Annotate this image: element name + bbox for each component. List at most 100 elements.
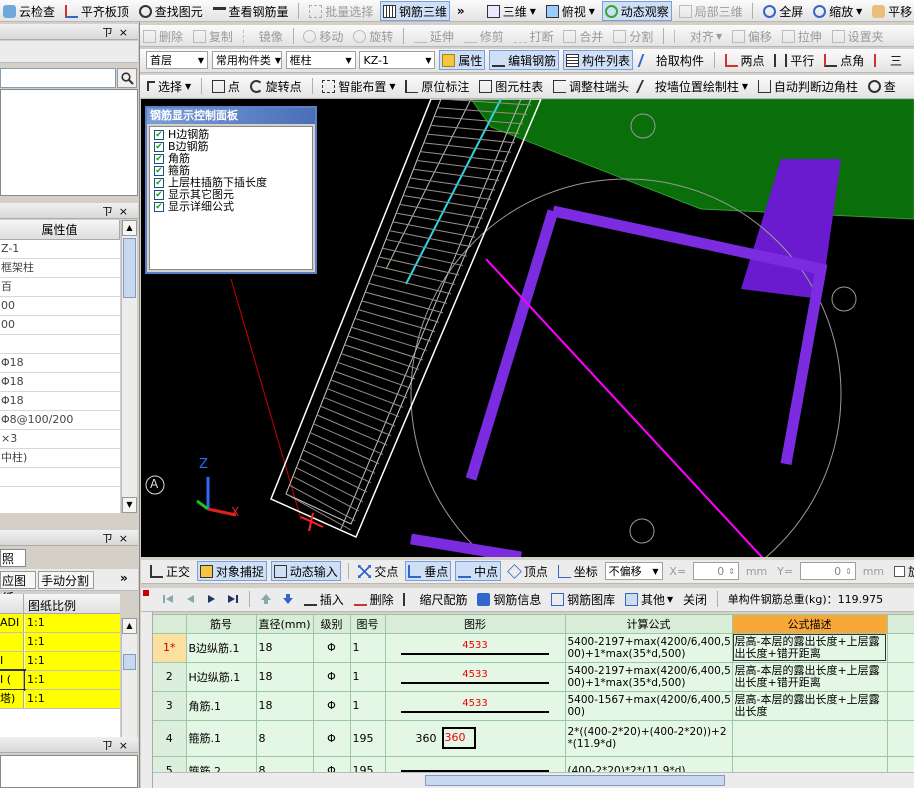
stretch-button[interactable]: 拉伸 bbox=[779, 26, 825, 46]
description-cell[interactable]: 层高-本层的露出长度+上层露出长度+错开距离 bbox=[732, 662, 888, 692]
pin-icon[interactable]: ㄗ bbox=[102, 205, 119, 218]
properties-scrollbar[interactable]: ▲ ▼ bbox=[121, 220, 137, 513]
grade-cell[interactable]: Φ bbox=[313, 691, 351, 721]
floor-select[interactable]: 首层 ▼ bbox=[146, 51, 208, 69]
pin-icon[interactable]: ㄗ bbox=[102, 26, 119, 39]
search-button[interactable] bbox=[117, 68, 137, 88]
scale-row[interactable]: I (1:1 bbox=[0, 669, 120, 691]
scroll-down-icon[interactable]: ▼ bbox=[122, 497, 137, 513]
formula-cell[interactable]: 5400-1567+max(4200/6,400,500) bbox=[565, 691, 733, 721]
close-icon[interactable]: × bbox=[119, 205, 134, 218]
object-snap-button[interactable]: 对象捕捉 bbox=[196, 561, 267, 581]
pin-icon[interactable]: ㄗ bbox=[102, 532, 119, 545]
rebar-library-button[interactable]: 钢筋图库 bbox=[548, 589, 618, 609]
in-situ-annotation-button[interactable]: 原位标注 bbox=[402, 76, 472, 96]
figure-no-cell[interactable]: 1 bbox=[350, 662, 386, 692]
close-icon[interactable]: × bbox=[119, 739, 134, 752]
property-row[interactable]: Φ18 bbox=[0, 373, 120, 392]
description-cell[interactable]: 层高-本层的露出长度+上层露出长度 bbox=[732, 691, 888, 721]
scroll-thumb[interactable] bbox=[123, 238, 136, 298]
select-dropdown[interactable]: 选择 ▼ bbox=[144, 76, 194, 96]
batch-select-button[interactable]: 批量选择 bbox=[306, 1, 376, 21]
property-row[interactable]: ×3 bbox=[0, 430, 120, 449]
other-dropdown[interactable]: 其他 ▼ bbox=[622, 589, 676, 609]
adjust-column-end-button[interactable]: 调整柱端头 bbox=[550, 76, 632, 96]
grade-cell[interactable]: Φ bbox=[313, 662, 351, 692]
shape-cell[interactable]: 4533 bbox=[385, 691, 566, 721]
last-record-button[interactable] bbox=[224, 589, 242, 609]
table-row[interactable]: 3 角筋.1 18 Φ 1 4533 5400-1567+max(4200/6,400,50… bbox=[153, 691, 914, 721]
row-index[interactable]: 3 bbox=[153, 691, 187, 721]
diameter-cell[interactable]: 18 bbox=[256, 691, 314, 721]
row-index[interactable]: 5 bbox=[153, 756, 187, 772]
set-grip-button[interactable]: 设置夹 bbox=[829, 26, 887, 46]
pick-component-button[interactable]: 拾取构件 bbox=[637, 50, 707, 70]
fullscreen-button[interactable]: 全屏 bbox=[760, 1, 806, 21]
rotate-point-button[interactable]: 旋转点 bbox=[247, 76, 305, 96]
more-chevron-icon[interactable]: » bbox=[454, 1, 480, 21]
formula-cell[interactable]: 5400-2197+max(4200/6,400,500)+1*max(35*d… bbox=[565, 662, 733, 692]
dynamic-input-button[interactable]: 动态输入 bbox=[270, 561, 341, 581]
table-row[interactable]: 4 箍筋.1 8 Φ 195 360 360 2*((400-2*20)+(400-2*20)… bbox=[153, 720, 914, 757]
manual-split-button[interactable]: 手动分割 bbox=[38, 571, 94, 589]
break-button[interactable]: 打断 bbox=[511, 26, 557, 46]
delete-button[interactable]: 删除 bbox=[140, 26, 186, 46]
rotate-checkbox[interactable]: 旋转 bbox=[891, 561, 914, 581]
shape-cell[interactable]: 360 360 bbox=[385, 720, 566, 757]
extra-cell[interactable] bbox=[887, 691, 914, 721]
shape-cell[interactable] bbox=[385, 756, 566, 772]
intersection-snap-button[interactable]: 交点 bbox=[355, 561, 401, 581]
diameter-cell[interactable]: 18 bbox=[256, 633, 314, 663]
check-button[interactable]: 查 bbox=[865, 76, 899, 96]
checkbox-checked-icon[interactable]: ✔ bbox=[154, 130, 164, 140]
next-record-button[interactable] bbox=[203, 589, 221, 609]
coordinate-snap-button[interactable]: 坐标 bbox=[555, 561, 601, 581]
mirror-button[interactable]: 镜像 bbox=[240, 26, 286, 46]
scale-row[interactable]: I 1:1 bbox=[0, 652, 120, 671]
property-row[interactable]: 00 bbox=[0, 297, 120, 316]
type-select[interactable]: 框柱 ▼ bbox=[285, 51, 356, 69]
description-cell[interactable] bbox=[732, 756, 888, 772]
property-row[interactable]: Φ18 bbox=[0, 392, 120, 411]
partial-3d-button[interactable]: 局部三维 bbox=[676, 1, 746, 21]
offset-mode-select[interactable]: 不偏移 ▼ bbox=[604, 562, 663, 580]
properties-button[interactable]: 属性 bbox=[439, 50, 486, 70]
scale-rebar-button[interactable]: 缩尺配筋 bbox=[400, 589, 470, 609]
table-row[interactable]: 2 H边纵筋.1 18 Φ 1 4533 5400-2197+max(4200/6,400,… bbox=[153, 662, 914, 692]
merge-button[interactable]: 合并 bbox=[560, 26, 606, 46]
property-row[interactable]: Z-1 bbox=[0, 240, 120, 259]
three-point-button[interactable]: 三 bbox=[871, 50, 905, 70]
dynamic-orbit-button[interactable]: 动态观察 bbox=[601, 1, 672, 21]
search-input[interactable] bbox=[0, 68, 116, 88]
scroll-thumb[interactable] bbox=[425, 775, 725, 786]
element-column-table-button[interactable]: 图元柱表 bbox=[476, 76, 546, 96]
find-element-button[interactable]: 查找图元 bbox=[136, 1, 206, 21]
description-cell[interactable]: 层高-本层的露出长度+上层露出长度+错开距离 bbox=[732, 633, 888, 663]
diameter-cell[interactable]: 8 bbox=[256, 756, 314, 772]
trim-button[interactable]: 修剪 bbox=[461, 26, 507, 46]
vertex-snap-button[interactable]: 顶点 bbox=[505, 561, 551, 581]
point-button[interactable]: 点 bbox=[209, 76, 243, 96]
grade-cell[interactable]: Φ bbox=[313, 633, 351, 663]
formula-cell[interactable]: 5400-2197+max(4200/6,400,500)+1*max(35*d… bbox=[565, 633, 733, 663]
scale-row[interactable]: 塔) 1:1 bbox=[0, 690, 120, 709]
two-point-button[interactable]: 两点 bbox=[722, 50, 768, 70]
scroll-thumb[interactable] bbox=[123, 654, 136, 670]
point-angle-button[interactable]: 点角 bbox=[821, 50, 867, 70]
row-index[interactable]: 4 bbox=[153, 720, 187, 757]
extend-button[interactable]: 延伸 bbox=[411, 26, 457, 46]
rebar-name-cell[interactable]: 箍筋.1 bbox=[186, 720, 257, 757]
insert-button[interactable]: 插入 bbox=[301, 589, 347, 609]
table-hscrollbar[interactable] bbox=[153, 772, 914, 788]
rebar-info-button[interactable]: 钢筋信息 bbox=[474, 589, 544, 609]
diameter-cell[interactable]: 18 bbox=[256, 662, 314, 692]
y-coordinate-input[interactable]: 0 ⇕ bbox=[799, 562, 856, 580]
close-editor-button[interactable]: 关闭 bbox=[680, 589, 710, 609]
table-row[interactable]: 1* B边纵筋.1 18 Φ 1 4533 5400-2197+max(4200/6,400… bbox=[153, 633, 914, 663]
property-row[interactable]: 中柱) bbox=[0, 449, 120, 468]
row-index[interactable]: 2 bbox=[153, 662, 187, 692]
split-button[interactable]: 分割 bbox=[610, 26, 656, 46]
diameter-cell[interactable]: 8 bbox=[256, 720, 314, 757]
align-dropdown[interactable]: 对齐 ▼ bbox=[671, 26, 725, 46]
ortho-button[interactable]: 正交 bbox=[147, 561, 193, 581]
